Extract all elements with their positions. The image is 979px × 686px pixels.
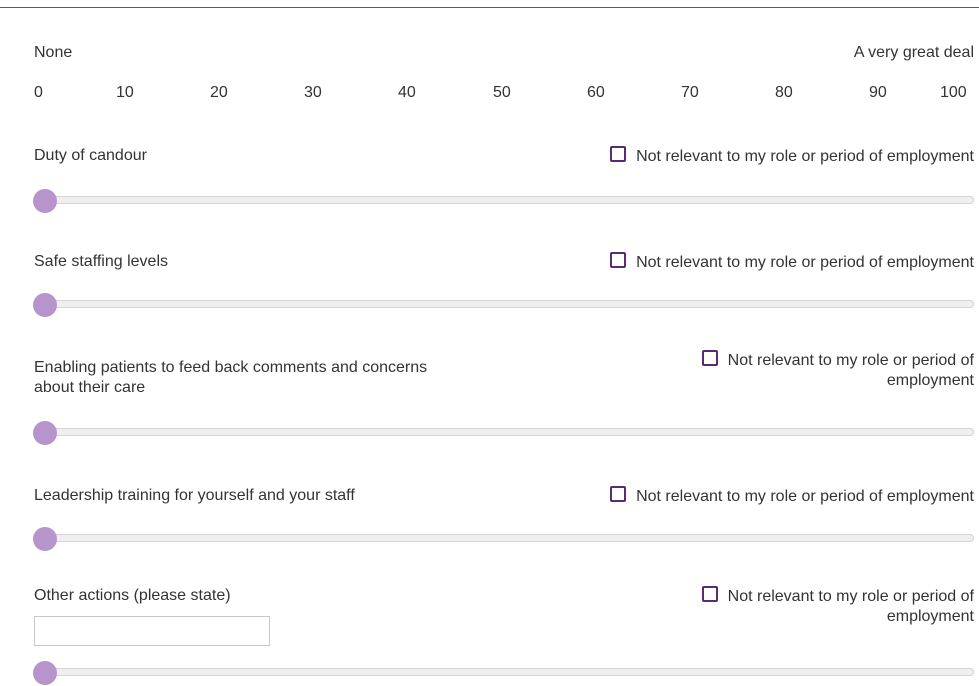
slider-thumb[interactable]	[33, 293, 57, 317]
rating-slider[interactable]	[33, 293, 974, 317]
not-relevant-label: Not relevant to my role or period of emp…	[636, 254, 974, 271]
item-label: Other actions (please state)	[34, 587, 231, 604]
tick-label: 30	[304, 84, 322, 101]
tick-label: 0	[34, 84, 43, 101]
item-label-line2: about their care	[34, 379, 146, 396]
top-divider	[0, 7, 979, 8]
not-relevant-checkbox[interactable]	[610, 252, 627, 268]
tick-label: 70	[681, 84, 699, 101]
tick-label: 80	[775, 84, 793, 101]
tick-label: 40	[398, 84, 416, 101]
other-actions-input[interactable]	[34, 616, 270, 646]
scale-high-label: A very great deal	[853, 44, 974, 61]
item-label: Leadership training for yourself and you…	[34, 487, 355, 504]
not-relevant-label-line2: employment	[886, 608, 974, 625]
slider-thumb[interactable]	[33, 527, 57, 551]
rating-slider[interactable]	[33, 189, 974, 213]
item-label: Safe staffing levels	[34, 253, 169, 270]
slider-thumb[interactable]	[33, 421, 57, 445]
not-relevant-checkbox[interactable]	[701, 586, 718, 602]
not-relevant-label-line2: employment	[886, 372, 974, 389]
slider-thumb[interactable]	[33, 661, 57, 685]
rating-slider[interactable]	[33, 661, 974, 685]
rating-slider[interactable]	[33, 421, 974, 445]
not-relevant-checkbox[interactable]	[610, 146, 627, 162]
item-label: Duty of candour	[34, 147, 147, 164]
not-relevant-label: Not relevant to my role or period of emp…	[636, 148, 974, 165]
rating-slider[interactable]	[33, 527, 974, 551]
tick-label: 50	[493, 84, 511, 101]
not-relevant-option[interactable]: Not relevant to my role or period of emp…	[622, 350, 974, 391]
tick-label: 90	[869, 84, 887, 101]
tick-label: 60	[587, 84, 605, 101]
scale-ticks: 0 10 20 30 40 50 60 70 80 90 100	[34, 84, 974, 106]
tick-label: 20	[210, 84, 228, 101]
item-label: Enabling patients to feed back comments …	[34, 358, 427, 398]
not-relevant-label-line1: Not relevant to my role or period of	[727, 588, 974, 605]
slider-thumb[interactable]	[33, 189, 57, 213]
not-relevant-checkbox[interactable]	[610, 486, 627, 502]
tick-label: 100	[940, 84, 967, 101]
not-relevant-label: Not relevant to my role or period of emp…	[636, 488, 974, 505]
not-relevant-option[interactable]: Not relevant to my role or period of emp…	[610, 252, 974, 273]
not-relevant-checkbox[interactable]	[701, 350, 718, 366]
item-label-line1: Enabling patients to feed back comments …	[34, 359, 428, 376]
scale-low-label: None	[34, 44, 73, 61]
tick-label: 10	[116, 84, 134, 101]
not-relevant-option[interactable]: Not relevant to my role or period of emp…	[610, 486, 974, 507]
scale-anchors: None A very great deal	[34, 44, 974, 66]
not-relevant-option[interactable]: Not relevant to my role or period of emp…	[610, 146, 974, 167]
not-relevant-option[interactable]: Not relevant to my role or period of emp…	[622, 586, 974, 627]
not-relevant-label-line1: Not relevant to my role or period of	[727, 352, 974, 369]
